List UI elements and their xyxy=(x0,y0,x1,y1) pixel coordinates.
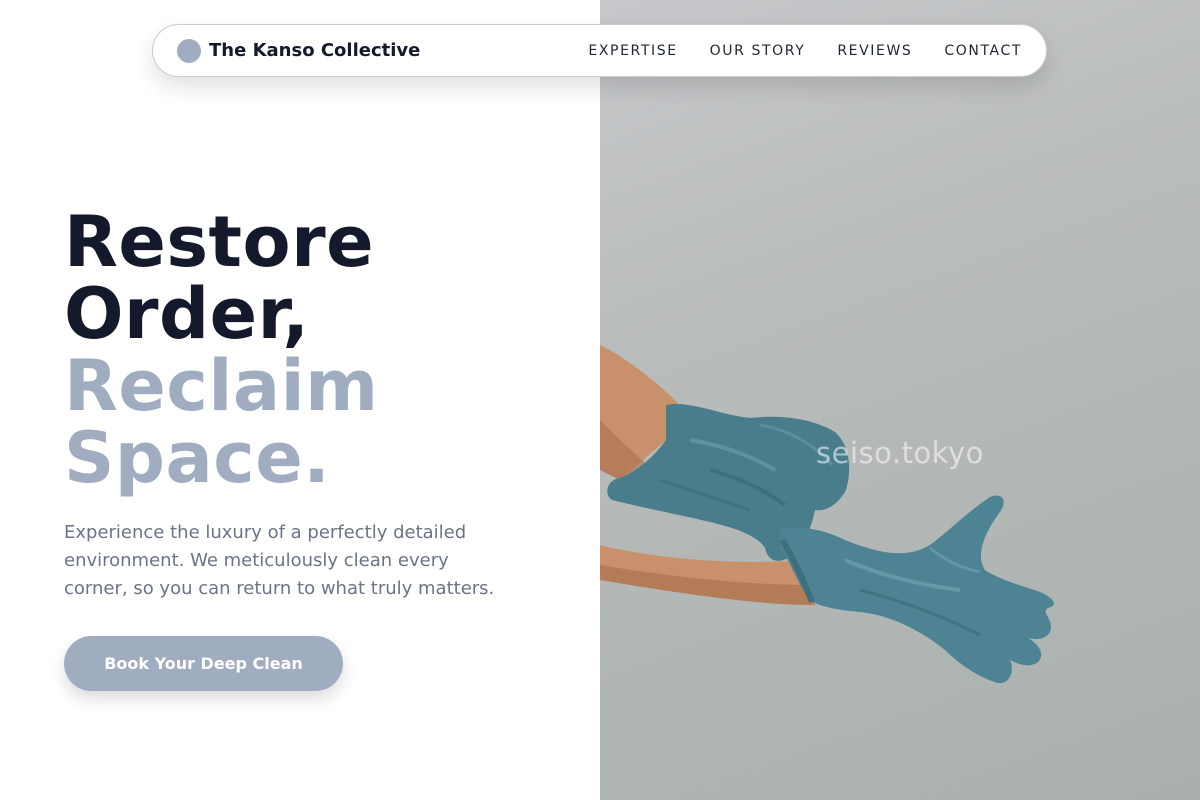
landing-page: seiso.tokyo The Kanso Collective EXPERTI… xyxy=(0,0,1200,800)
headline-line-4: Space. xyxy=(64,417,331,499)
book-deep-clean-button[interactable]: Book Your Deep Clean xyxy=(64,636,343,691)
hero-photo: seiso.tokyo xyxy=(600,0,1200,800)
brand[interactable]: The Kanso Collective xyxy=(177,38,421,63)
nav-link-expertise[interactable]: EXPERTISE xyxy=(588,43,677,59)
nav-link-reviews[interactable]: REVIEWS xyxy=(837,43,912,59)
headline-line-1: Restore xyxy=(64,201,375,283)
top-navigation: The Kanso Collective EXPERTISE OUR STORY… xyxy=(152,24,1047,77)
nav-link-our-story[interactable]: OUR STORY xyxy=(710,43,806,59)
hero-headline: Restore Order, Reclaim Space. xyxy=(64,206,379,494)
brand-logo-dot-icon xyxy=(177,38,201,63)
nav-link-contact[interactable]: CONTACT xyxy=(944,43,1022,59)
gloved-hands-illustration xyxy=(600,345,1054,684)
headline-line-2: Order, xyxy=(64,273,310,355)
photo-watermark: seiso.tokyo xyxy=(816,436,984,470)
headline-line-3: Reclaim xyxy=(64,345,379,427)
brand-name: The Kanso Collective xyxy=(209,40,421,61)
hero-description: Experience the luxury of a perfectly det… xyxy=(64,522,495,599)
nav-links: EXPERTISE OUR STORY REVIEWS CONTACT xyxy=(588,43,1022,59)
